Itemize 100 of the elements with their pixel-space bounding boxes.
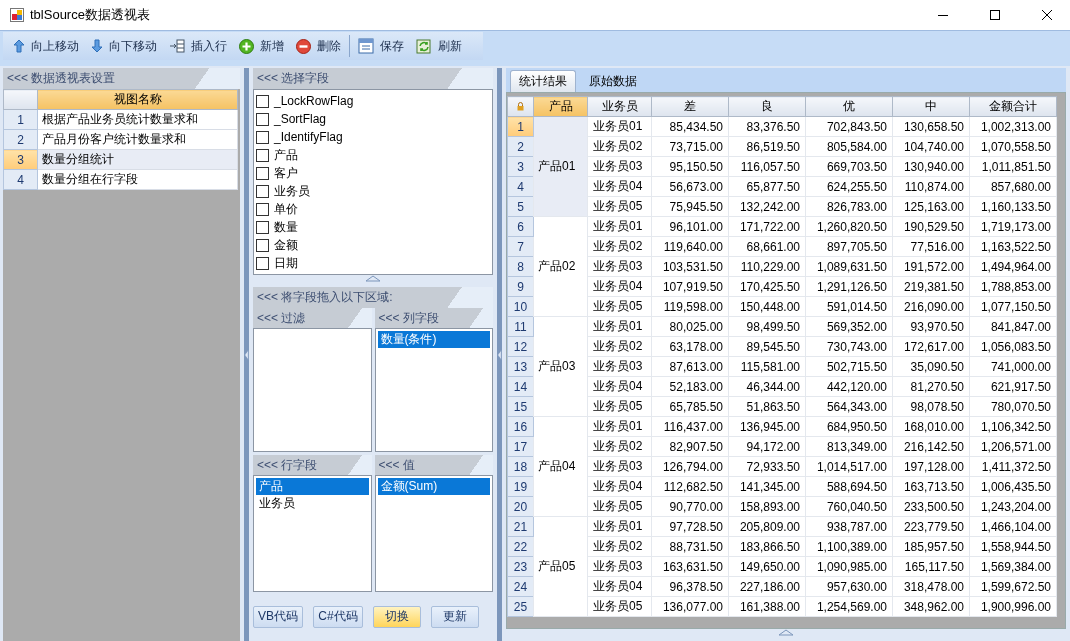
row-number[interactable]: 12	[507, 336, 534, 357]
zone-item[interactable]: 产品	[256, 478, 369, 495]
table-cell: 110,874.00	[892, 176, 970, 197]
drop-zone[interactable]	[253, 328, 372, 452]
column-header[interactable]: 视图名称	[37, 89, 238, 110]
row-number[interactable]: 13	[507, 356, 534, 377]
checkbox[interactable]	[256, 166, 269, 180]
table-cell: 348,962.00	[892, 596, 970, 617]
row-number[interactable]: 4	[3, 169, 38, 190]
row-number[interactable]: 5	[507, 196, 534, 217]
field-checkbox[interactable]: 客户	[256, 164, 490, 182]
checkbox[interactable]	[256, 256, 269, 270]
tab[interactable]: 统计结果	[510, 70, 576, 92]
checkbox[interactable]	[256, 220, 269, 234]
table-cell: 1,077,150.50	[969, 296, 1057, 317]
column-header[interactable]: 优	[805, 96, 893, 117]
table-cell: 产品01	[533, 116, 588, 217]
checkbox[interactable]	[256, 184, 269, 198]
zone-item[interactable]: 数量(条件)	[377, 331, 490, 348]
drop-zone[interactable]: 金额(Sum)	[374, 475, 493, 592]
column-header[interactable]: 良	[728, 96, 806, 117]
table-cell: 502,715.50	[805, 356, 893, 377]
row-number[interactable]: 7	[507, 236, 534, 257]
row-number[interactable]: 1	[3, 109, 38, 130]
checkbox[interactable]	[256, 130, 269, 144]
row-number[interactable]: 1	[507, 116, 534, 137]
field-checkbox[interactable]: 业务员	[256, 182, 490, 200]
checkbox[interactable]	[256, 238, 269, 252]
panel-button[interactable]: VB代码	[253, 605, 303, 628]
checkbox[interactable]	[256, 94, 269, 108]
drop-zone[interactable]: 数量(条件)	[374, 328, 493, 452]
column-header[interactable]: 产品	[533, 96, 588, 117]
table-cell: 216,142.50	[892, 436, 970, 457]
checkbox[interactable]	[256, 148, 269, 162]
drop-zone[interactable]: 产品 业务员	[253, 475, 372, 592]
table-cell: 957,630.00	[805, 576, 893, 597]
checkbox[interactable]	[256, 202, 269, 216]
table-cell: 126,794.00	[651, 456, 729, 477]
tab[interactable]: 原始数据	[580, 70, 646, 92]
checkbox[interactable]	[256, 112, 269, 126]
field-checkbox[interactable]: 金额	[256, 236, 490, 254]
table-cell: 103,531.50	[651, 256, 729, 277]
column-header[interactable]: 中	[892, 96, 970, 117]
table-cell: 1,291,126.50	[805, 276, 893, 297]
table-cell: 96,378.50	[651, 576, 729, 597]
field-label: 业务员	[274, 182, 310, 200]
row-number[interactable]: 24	[507, 576, 534, 597]
row-number[interactable]: 2	[507, 136, 534, 157]
toolbar-button[interactable]: 保存	[352, 34, 410, 58]
table-cell: 938,787.00	[805, 516, 893, 537]
row-number[interactable]: 20	[507, 496, 534, 517]
table-cell: 业务员03	[587, 156, 652, 177]
table-cell: 1,006,435.50	[969, 476, 1057, 497]
column-header[interactable]: 业务员	[587, 96, 652, 117]
table-cell: 205,809.00	[728, 516, 806, 537]
row-number[interactable]: 22	[507, 536, 534, 557]
row-number[interactable]: 3	[507, 156, 534, 177]
row-number[interactable]: 25	[507, 596, 534, 617]
toolbar-button[interactable]: 删除	[290, 34, 347, 58]
row-number[interactable]: 15	[507, 396, 534, 417]
row-number[interactable]: 23	[507, 556, 534, 577]
table-cell: 82,907.50	[651, 436, 729, 457]
row-number[interactable]: 8	[507, 256, 534, 277]
toolbar-button[interactable]: 插入行	[163, 34, 233, 58]
row-number[interactable]: 2	[3, 129, 38, 150]
field-checkbox[interactable]: _SortFlag	[256, 110, 490, 128]
row-number[interactable]: 19	[507, 476, 534, 497]
field-checkbox[interactable]: 单价	[256, 200, 490, 218]
panel-button[interactable]: 更新	[430, 605, 479, 628]
table-cell: 81,270.50	[892, 376, 970, 397]
row-number[interactable]: 11	[507, 316, 534, 337]
row-number[interactable]: 18	[507, 456, 534, 477]
field-checkbox[interactable]: 日期	[256, 254, 490, 272]
table-cell: 150,448.00	[728, 296, 806, 317]
field-checkbox[interactable]: 产品	[256, 146, 490, 164]
column-header[interactable]: 差	[651, 96, 729, 117]
field-checkbox[interactable]: 数量	[256, 218, 490, 236]
row-number[interactable]: 4	[507, 176, 534, 197]
zone-item[interactable]: 业务员	[256, 495, 369, 512]
toolbar-button[interactable]: 向下移动	[85, 34, 163, 58]
field-checkbox[interactable]: _IdentifyFlag	[256, 128, 490, 146]
row-number[interactable]: 10	[507, 296, 534, 317]
panel-button[interactable]: 切换	[372, 605, 421, 628]
column-header[interactable]: 金额合计	[969, 96, 1057, 117]
toolbar-button[interactable]: 向上移动	[7, 34, 85, 58]
field-checkbox[interactable]: _LockRowFlag	[256, 92, 490, 110]
row-number[interactable]: 9	[507, 276, 534, 297]
table-cell: 624,255.50	[805, 176, 893, 197]
zone-item[interactable]: 金额(Sum)	[377, 478, 490, 495]
row-number[interactable]: 17	[507, 436, 534, 457]
row-number[interactable]: 16	[507, 416, 534, 437]
row-number[interactable]: 6	[507, 216, 534, 237]
row-number[interactable]: 14	[507, 376, 534, 397]
row-number[interactable]: 3	[3, 149, 38, 170]
toolbar-button[interactable]: 新增	[233, 34, 290, 58]
row-number[interactable]: 21	[507, 516, 534, 537]
table-cell: 95,150.50	[651, 156, 729, 177]
panel-button[interactable]: C#代码	[313, 605, 363, 628]
toolbar-button[interactable]: 刷新	[410, 34, 468, 58]
arrow-down-icon	[91, 39, 103, 53]
